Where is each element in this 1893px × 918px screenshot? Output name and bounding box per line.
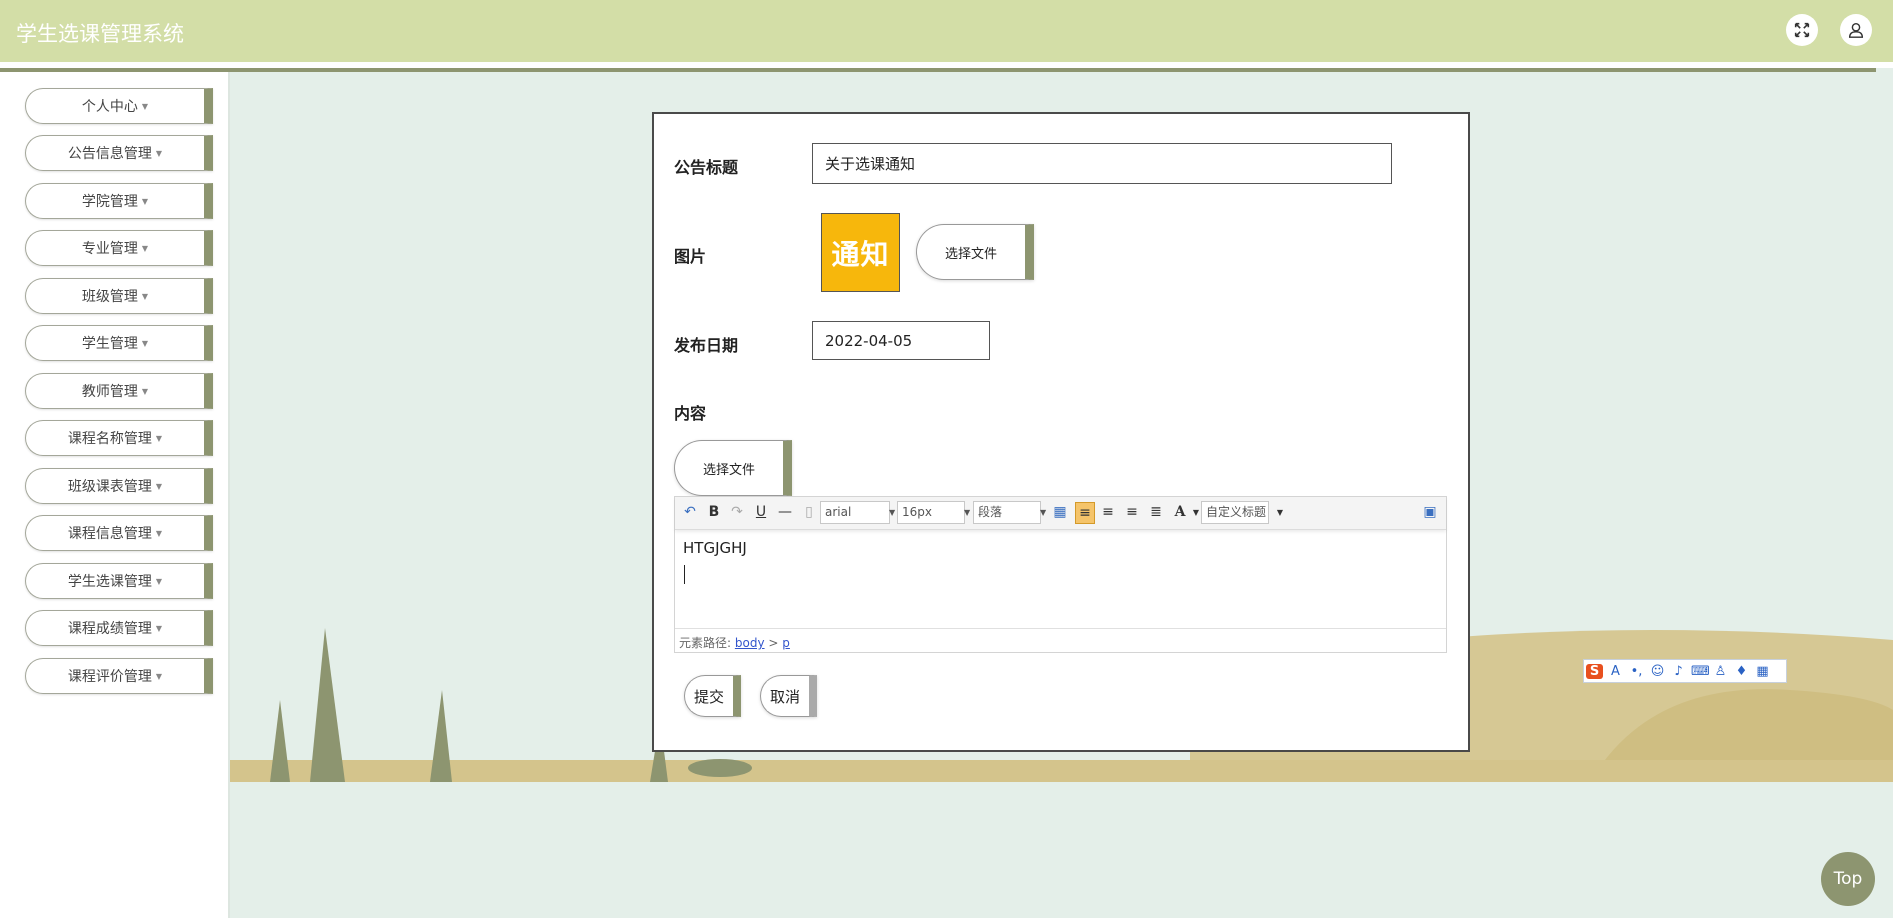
redo-icon[interactable]: ↷ xyxy=(728,504,746,520)
sidebar-item-personal-center[interactable]: 个人中心 ▼ xyxy=(25,88,213,124)
sidebar: 个人中心 ▼ 公告信息管理 ▼ 学院管理 ▼ 专业管理 ▼ 班级管理 ▼ 学生管理 ▼ 教师… xyxy=(0,72,230,918)
chevron-down-icon: ▼ xyxy=(141,101,149,111)
chevron-down-icon[interactable]: ▼ xyxy=(1271,508,1289,517)
submit-button[interactable]: 提交 xyxy=(684,675,741,717)
apps-grid-icon[interactable]: ▦ xyxy=(1754,664,1771,679)
fullscreen-button[interactable] xyxy=(1786,14,1818,46)
chevron-down-icon: ▼ xyxy=(141,338,149,348)
paragraph-select[interactable]: 段落 ▼ xyxy=(973,501,1046,524)
date-input[interactable]: 2022-04-05 xyxy=(812,321,990,360)
horizontal-rule-icon[interactable]: — xyxy=(776,504,794,520)
cancel-button[interactable]: 取消 xyxy=(760,675,817,717)
chevron-down-icon: ▼ xyxy=(155,623,163,633)
editor-content[interactable]: HTGJGHJ xyxy=(683,539,747,557)
chevron-down-icon: ▼ xyxy=(155,148,163,158)
undo-icon[interactable]: ↶ xyxy=(681,504,699,520)
sidebar-item-class-schedule[interactable]: 班级课表管理 ▼ xyxy=(25,468,213,504)
table-icon[interactable]: ▦ xyxy=(1051,504,1069,520)
chevron-down-icon: ▼ xyxy=(141,386,149,396)
chevron-down-icon: ▼ xyxy=(141,196,149,206)
chevron-down-icon: ▼ xyxy=(155,576,163,586)
align-right-icon[interactable]: ≡ xyxy=(1099,504,1117,520)
element-path-bar: 元素路径: body > p xyxy=(675,628,1446,652)
app-title: 学生选课管理系统 xyxy=(16,22,184,46)
chevron-down-icon: ▼ xyxy=(155,528,163,538)
custom-title-select[interactable]: 自定义标题 xyxy=(1201,501,1269,524)
ime-toolbar: S A •, ☺ ♪ ⌨ ♙ ♦ ▦ xyxy=(1583,659,1787,683)
notice-image: 通知 xyxy=(821,213,900,292)
microphone-icon[interactable]: ♪ xyxy=(1670,664,1687,679)
sidebar-item-announcements[interactable]: 公告信息管理 ▼ xyxy=(25,135,213,171)
sidebar-item-students[interactable]: 学生管理 ▼ xyxy=(25,325,213,361)
back-to-top-button[interactable]: Top xyxy=(1821,852,1875,906)
user-tools-icon[interactable]: ♙ xyxy=(1712,664,1729,679)
fullscreen-editor-icon[interactable]: ▣ xyxy=(1421,504,1439,520)
font-a-icon[interactable]: A xyxy=(1607,664,1624,679)
chevron-down-icon: ▼ xyxy=(155,671,163,681)
image-label: 图片 xyxy=(674,247,707,266)
path-p-link[interactable]: p xyxy=(782,636,790,650)
sidebar-item-course-names[interactable]: 课程名称管理 ▼ xyxy=(25,420,213,456)
chevron-down-icon: ▼ xyxy=(155,433,163,443)
skin-icon[interactable]: ♦ xyxy=(1733,664,1750,679)
chevron-down-icon: ▼ xyxy=(155,481,163,491)
choose-image-button[interactable]: 选择文件 xyxy=(916,224,1034,280)
rich-text-editor: ↶ B ↷ U — ▯ arial ▼ 16px ▼ 段落 ▼ ▦ ≡ ≡ ≡ ≣ A… xyxy=(674,496,1447,653)
sidebar-item-course-info[interactable]: 课程信息管理 ▼ xyxy=(25,515,213,551)
bold-icon[interactable]: B xyxy=(705,504,723,520)
chevron-down-icon: ▼ xyxy=(889,508,896,517)
underline-icon[interactable]: U xyxy=(752,504,770,520)
choose-content-file-button[interactable]: 选择文件 xyxy=(674,440,792,496)
user-icon xyxy=(1848,22,1864,38)
page-icon[interactable]: ▯ xyxy=(800,504,818,520)
sidebar-item-colleges[interactable]: 学院管理 ▼ xyxy=(25,183,213,219)
user-button[interactable] xyxy=(1840,14,1872,46)
sogou-logo-icon[interactable]: S xyxy=(1586,663,1603,679)
date-label: 发布日期 xyxy=(674,336,739,355)
align-justify-icon[interactable]: ≣ xyxy=(1147,504,1165,520)
align-center-icon[interactable]: ≡ xyxy=(1123,504,1141,520)
keyboard-icon[interactable]: ⌨ xyxy=(1691,664,1710,679)
sidebar-item-majors[interactable]: 专业管理 ▼ xyxy=(25,230,213,266)
font-family-select[interactable]: arial ▼ xyxy=(820,501,895,524)
expand-icon xyxy=(1794,22,1810,38)
sidebar-item-evaluations[interactable]: 课程评价管理 ▼ xyxy=(25,658,213,694)
emoji-icon[interactable]: ☺ xyxy=(1649,664,1666,679)
font-size-select[interactable]: 16px ▼ xyxy=(897,501,970,524)
path-body-link[interactable]: body xyxy=(735,636,765,650)
top-header: 学生选课管理系统 xyxy=(0,0,1893,68)
sidebar-item-course-selection[interactable]: 学生选课管理 ▼ xyxy=(25,563,213,599)
chevron-down-icon: ▼ xyxy=(964,508,971,517)
punctuation-icon[interactable]: •, xyxy=(1628,664,1645,679)
editor-toolbar: ↶ B ↷ U — ▯ arial ▼ 16px ▼ 段落 ▼ ▦ ≡ ≡ ≡ ≣ A… xyxy=(675,497,1446,530)
chevron-down-icon: ▼ xyxy=(141,291,149,301)
title-label: 公告标题 xyxy=(674,158,739,177)
title-input[interactable]: 关于选课通知 xyxy=(812,143,1392,184)
text-cursor xyxy=(684,565,685,584)
align-left-icon[interactable]: ≡ xyxy=(1075,502,1095,524)
chevron-down-icon: ▼ xyxy=(141,243,149,253)
announcement-form: 公告标题 关于选课通知 图片 通知 选择文件 发布日期 2022-04-05 内… xyxy=(652,112,1470,752)
sidebar-item-classes[interactable]: 班级管理 ▼ xyxy=(25,278,213,314)
chevron-down-icon: ▼ xyxy=(1040,508,1047,517)
sidebar-item-grades[interactable]: 课程成绩管理 ▼ xyxy=(25,610,213,646)
sidebar-item-teachers[interactable]: 教师管理 ▼ xyxy=(25,373,213,409)
header-divider xyxy=(0,68,1876,72)
content-label: 内容 xyxy=(674,404,707,423)
